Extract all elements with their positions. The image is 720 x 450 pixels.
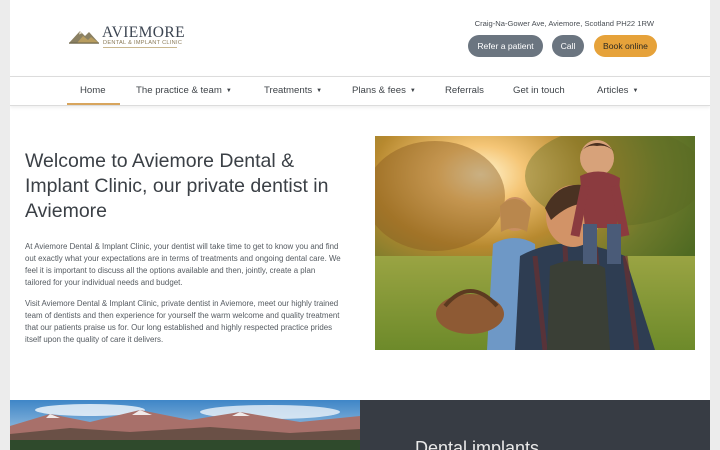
nav-item-referrals[interactable]: Referrals (445, 77, 484, 106)
book-online-button[interactable]: Book online (594, 35, 657, 57)
caret-down-icon: ▼ (409, 88, 416, 94)
dental-implants-heading: Dental implants (415, 438, 540, 450)
brand-subtitle: DENTAL & IMPLANT CLINIC (103, 40, 183, 46)
main-nav: Home The practice & team ▼ Treatments ▼ Pl… (10, 76, 710, 106)
nav-item-practice-team[interactable]: The practice & team ▼ (136, 77, 232, 106)
nav-item-label: Plans & fees (352, 85, 406, 96)
mountain-logo-icon (69, 31, 99, 44)
nav-item-plans-fees[interactable]: Plans & fees ▼ (352, 77, 416, 106)
nav-item-label: The practice & team (136, 85, 222, 96)
caret-down-icon: ▼ (632, 88, 639, 94)
nav-item-label: Home (80, 85, 106, 96)
refer-patient-button[interactable]: Refer a patient (468, 35, 543, 57)
intro-paragraph: At Aviemore Dental & Implant Clinic, you… (25, 242, 341, 288)
family-outdoors-photo (375, 136, 695, 350)
nav-item-label: Articles (597, 85, 629, 96)
page: AVIEMORE DENTAL & IMPLANT CLINIC Craig-N… (10, 0, 710, 450)
call-button[interactable]: Call (552, 35, 584, 57)
caret-down-icon: ▼ (316, 88, 323, 94)
nav-item-label: Referrals (445, 85, 484, 96)
caret-down-icon: ▼ (225, 88, 232, 94)
nav-item-home[interactable]: Home (67, 77, 119, 106)
nav-item-treatments[interactable]: Treatments ▼ (264, 77, 322, 106)
dental-implants-panel: Dental implants (360, 400, 710, 450)
nav-item-get-in-touch[interactable]: Get in touch (513, 77, 565, 106)
clinic-address: Craig-Na-Gower Ave, Aviemore, Scotland P… (474, 19, 654, 28)
hero-photo-illustration (375, 136, 695, 350)
site-header: AVIEMORE DENTAL & IMPLANT CLINIC Craig-N… (10, 0, 710, 77)
landscape-illustration (10, 400, 360, 450)
visit-paragraph: Visit Aviemore Dental & Implant Clinic, … (25, 299, 340, 345)
brand-divider (103, 47, 177, 48)
nav-item-label: Get in touch (513, 85, 565, 96)
site-logo[interactable]: AVIEMORE DENTAL & IMPLANT CLINIC (69, 24, 185, 54)
mountain-landscape-photo (10, 400, 360, 450)
page-title: Welcome to Aviemore Dental & Implant Cli… (25, 150, 329, 222)
nav-item-label: Treatments (264, 85, 313, 96)
nav-item-articles[interactable]: Articles ▼ (597, 77, 638, 106)
